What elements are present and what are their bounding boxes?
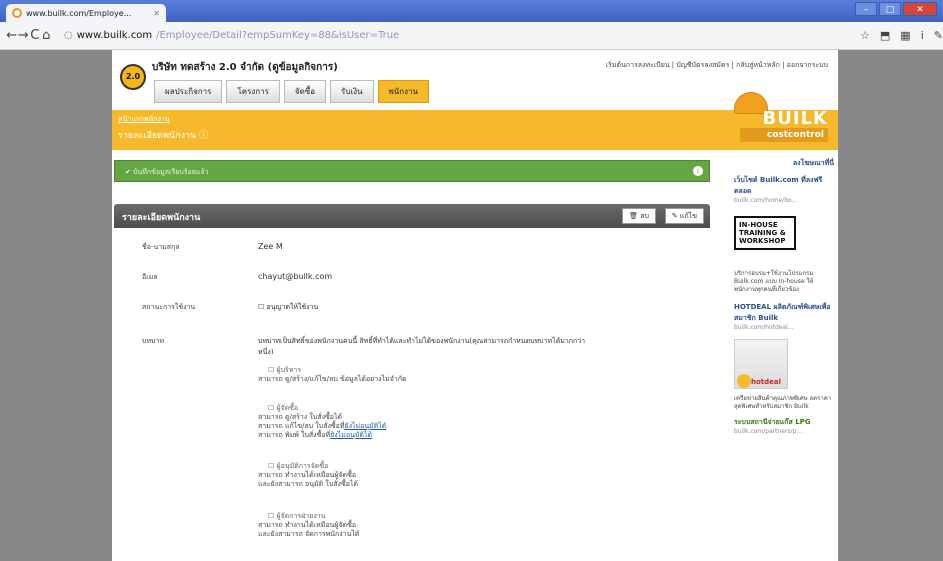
brand-tagline: costcontrol	[740, 128, 828, 142]
browser-toolbar: ← → C ⌂ ◌ www.builk.com/Employee/Detail?…	[0, 22, 943, 50]
lpg-title[interactable]: ระบบสถานีจ่ายแก๊ส LPG	[734, 417, 834, 428]
promo-link[interactable]: builk.com/home/bo...	[734, 197, 834, 204]
home-icon[interactable]: ⌂	[41, 28, 53, 43]
toolbar-icons: ☆ ⬒ ▦ i ✎	[860, 29, 943, 42]
role-desc-text: สามารถ พิมพ์ ใบสั่งซื้อที่	[258, 431, 331, 439]
address-bar[interactable]: ◌ www.builk.com/Employee/Detail?empSumKe…	[60, 26, 850, 46]
menu-income[interactable]: รับเงิน	[330, 80, 374, 103]
training-banner[interactable]: IN-HOUSE TRAINING & WORKSHOP	[734, 216, 796, 250]
status-check-icon: ☐	[258, 303, 267, 311]
lpg-link[interactable]: builk.com/partners/p...	[734, 428, 834, 435]
role-desc-text: สามารถ แก้ไข/ลบ ใบสั่งซื้อที่	[258, 422, 345, 430]
role-label: บทบาท	[142, 337, 165, 345]
hotdeal-link[interactable]: builk.com/hotdeal...	[734, 324, 834, 331]
role-desc: สามารถ ทำงานได้เหมือนผู้จัดซื้อ	[258, 521, 357, 529]
name-label: ชื่อ-นามสกุล	[142, 243, 180, 251]
status-value: ☐ อนุญาตให้ใช้งาน	[258, 302, 318, 313]
role-desc: และยังสามารถ อนุมัติ ใบสั่งซื้อได้	[258, 480, 358, 488]
role-name: ผู้จัดการฝ่ายงาน	[276, 512, 326, 520]
status-text: อนุญาตให้ใช้งาน	[266, 303, 319, 311]
top-links[interactable]: เริ่มต้นการลงทะเบียน | บัญชีบัตรลงสมัคร …	[606, 60, 828, 71]
alert-info-icon[interactable]: i	[693, 166, 703, 176]
role-link[interactable]: ยังไม่อนุมัติได้	[344, 422, 386, 430]
brand-word: BUILK	[762, 108, 828, 129]
promo-title[interactable]: เว็บไซต์ Builk.com ที่ลงฟรีตลอด	[734, 175, 834, 197]
browser-tab[interactable]: www.builk.com/Employe... ✕	[6, 4, 166, 22]
builk-costcontrol-logo: BUILK costcontrol	[712, 92, 832, 148]
panel-title: รายละเอียดพนักงาน	[122, 213, 201, 223]
hotdeal-banner[interactable]: hotdeal	[734, 339, 788, 389]
wrench-icon[interactable]: ✎	[934, 29, 943, 42]
close-tab-icon[interactable]: ✕	[153, 9, 166, 18]
main-menu: ผลประกิจการ โครงการ จัดซื้อ รับเงิน พนัก…	[154, 80, 429, 103]
page-header-band: หน้าแรกพนักงาน รายละเอียดพนักงาน ⓘ BUILK…	[112, 92, 838, 150]
success-alert: ✔ บันทึกข้อมูลเรียบร้อยแล้ว i	[114, 160, 710, 182]
tab-title: www.builk.com/Employe...	[26, 8, 132, 18]
maximize-icon[interactable]: □	[879, 2, 901, 16]
menu-employees[interactable]: พนักงาน	[377, 80, 429, 103]
page-icon: ◌	[64, 30, 73, 41]
delete-button[interactable]: 🗑 ลบ	[622, 208, 656, 224]
role-checkbox[interactable]: ☐	[268, 404, 277, 412]
role-name: ผู้อนุมัติการจัดซื้อ	[276, 462, 329, 470]
name-value: Zee M	[258, 242, 283, 251]
edit-button[interactable]: ✎ แก้ไข	[664, 208, 704, 224]
url-host: www.builk.com	[76, 30, 153, 41]
page: 2.0 บริษัท ทดสร้าง 2.0 จำกัด (ดูข้อมูลกิ…	[112, 50, 838, 561]
ad-heading[interactable]: ลงโฆษณาที่นี่	[734, 158, 834, 169]
ad-sidebar: ลงโฆษณาที่นี่ เว็บไซต์ Builk.com ที่ลงฟร…	[734, 158, 834, 435]
reload-icon[interactable]: C	[29, 28, 41, 43]
role-checkbox[interactable]: ☐	[268, 366, 277, 374]
role-item: ☐ ผู้จัดการฝ่ายงาน สามารถ ทำงานได้เหมือน…	[258, 512, 359, 539]
builk-logo-badge[interactable]: 2.0	[120, 64, 146, 90]
role-desc: สามารถ ดู/สร้าง ใบสั่งซื้อได้	[258, 413, 343, 421]
bookmark-star-icon[interactable]: ☆	[860, 29, 870, 42]
role-name: ผู้บริหาร	[276, 366, 302, 374]
training-desc: บริการอบรม+ใช้งานโปรแกรม Builk.com แบบ I…	[734, 270, 814, 293]
hotdeal-dot-icon	[737, 374, 751, 388]
forward-icon[interactable]: →	[18, 28, 30, 43]
role-desc: สามารถ ดู/สร้าง/แก้ไข/ลบ ข้อมูลได้อย่างไ…	[258, 375, 407, 383]
hotdeal-desc: เครือข่ายสินค้าคุณภาพพิเศษ ลดราคาสุดพิเศ…	[734, 395, 832, 410]
role-link[interactable]: ยังไม่อนุมัติได้	[330, 431, 372, 439]
title-bar: www.builk.com/Employe... ✕ – □ ✕	[0, 0, 943, 22]
email-value: chayut@builk.com	[258, 272, 333, 281]
page-title: รายละเอียดพนักงาน ⓘ	[118, 131, 209, 141]
back-icon[interactable]: ←	[6, 28, 18, 43]
email-label: อีเมล	[142, 273, 158, 281]
role-name: ผู้จัดซื้อ	[276, 404, 299, 412]
role-checkbox[interactable]: ☐	[268, 512, 277, 520]
role-desc: สามารถ ทำงานได้เหมือนผู้จัดซื้อ	[258, 471, 357, 479]
role-item: ☐ ผู้อนุมัติการจัดซื้อ สามารถ ทำงานได้เห…	[258, 462, 358, 489]
hotdeal-badge: hotdeal	[751, 378, 782, 386]
close-window-icon[interactable]: ✕	[903, 2, 937, 16]
window-controls: – □ ✕	[855, 2, 937, 16]
role-checkbox[interactable]: ☐	[268, 462, 277, 470]
role-desc: สามารถ แก้ไข/ลบ ใบสั่งซื้อที่ยังไม่อนุมั…	[258, 422, 386, 431]
menu-projects[interactable]: โครงการ	[226, 80, 280, 103]
extension2-icon[interactable]: ▦	[900, 29, 910, 42]
extension-icon[interactable]: ⬒	[880, 29, 890, 42]
menu-overview[interactable]: ผลประกิจการ	[154, 80, 223, 103]
role-description: บทบาทเป็นสิทธิ์ของพนักงานคนนี้ สิทธิ์ที่…	[258, 337, 586, 356]
minimize-icon[interactable]: –	[855, 2, 877, 16]
role-desc: และยังสามารถ จัดการพนักงานได้	[258, 530, 360, 538]
browser-viewport: 2.0 บริษัท ทดสร้าง 2.0 จำกัด (ดูข้อมูลกิ…	[0, 50, 943, 561]
company-name: บริษัท ทดสร้าง 2.0 จำกัด (ดูข้อมูลกิจการ…	[152, 62, 338, 73]
alert-message: บันทึกข้อมูลเรียบร้อยแล้ว	[133, 168, 209, 176]
builk-favicon-icon	[12, 8, 22, 18]
employee-panel-header: รายละเอียดพนักงาน 🗑 ลบ ✎ แก้ไข	[114, 204, 710, 228]
menu-purchase[interactable]: จัดซื้อ	[283, 80, 327, 103]
role-item: ☐ ผู้บริหาร สามารถ ดู/สร้าง/แก้ไข/ลบ ข้อ…	[258, 366, 407, 384]
hotdeal-title[interactable]: HOTDEAL ผลิตภัณฑ์พิเศษเพื่อสมาชิก Builk	[734, 302, 834, 324]
role-item: ☐ ผู้จัดซื้อ สามารถ ดู/สร้าง ใบสั่งซื้อไ…	[258, 404, 386, 440]
check-icon: ✔	[125, 168, 134, 176]
info-icon[interactable]: i	[921, 29, 924, 42]
breadcrumb[interactable]: หน้าแรกพนักงาน	[118, 114, 170, 125]
status-label: สถานะการใช้งาน	[142, 303, 196, 311]
url-path: /Employee/Detail?empSumKey=88&isUser=Tru…	[156, 30, 400, 41]
role-desc: สามารถ พิมพ์ ใบสั่งซื้อที่ยังไม่อนุมัติไ…	[258, 431, 386, 440]
